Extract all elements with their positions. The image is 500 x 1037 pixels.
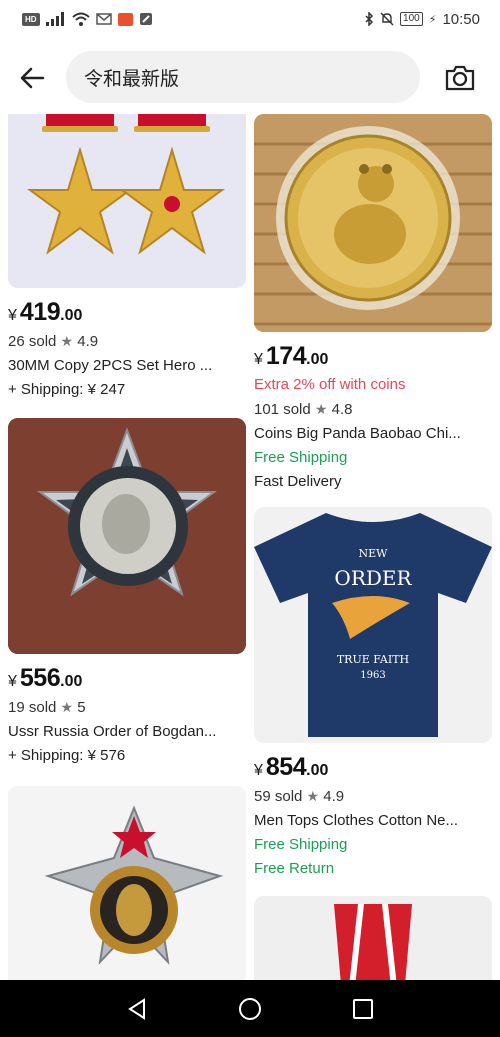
search-header: 令和最新版: [0, 50, 500, 106]
hd-icon: HD: [22, 12, 40, 26]
app-notification-icon: [139, 13, 152, 25]
sold-count: 59 sold: [254, 788, 303, 805]
arrow-left-icon: [20, 67, 45, 89]
currency-symbol: ¥: [8, 673, 17, 690]
sales-rating: 59 sold ★ 4.9: [254, 785, 486, 808]
rating-value: 4.9: [77, 333, 99, 350]
coin-discount-label: Extra 2% off with coins: [254, 376, 406, 393]
charging-icon: ⚡: [428, 13, 437, 26]
clock: 10:50: [442, 10, 480, 28]
free-shipping-label: Free Shipping: [254, 836, 348, 853]
price-integer: 854: [265, 753, 307, 781]
product-card[interactable]: [8, 786, 246, 980]
product-card[interactable]: [254, 896, 492, 980]
star-icon: ★: [60, 699, 74, 715]
product-image[interactable]: NEW ORDER TRUE FAITH 1963: [254, 507, 492, 743]
product-title[interactable]: 30MM Copy 2PCS Set Hero ...: [8, 355, 240, 377]
product-title[interactable]: Men Tops Clothes Cotton Ne...: [254, 810, 486, 832]
nav-back-button[interactable]: [117, 989, 157, 1029]
product-image[interactable]: [254, 896, 492, 980]
star-icon: ★: [314, 401, 328, 417]
triangle-back-icon: [127, 997, 145, 1020]
product-price: ¥ 556 .00: [8, 664, 246, 694]
wifi-icon: [71, 12, 90, 26]
status-bar: HD 100 ⚡ 10:50: [0, 0, 500, 38]
product-image[interactable]: [8, 786, 246, 980]
product-image[interactable]: [254, 114, 492, 332]
shipping-info: + Shipping: ¥ 576: [8, 747, 126, 764]
free-shipping-label: Free Shipping: [254, 449, 348, 466]
price-integer: 174: [265, 342, 307, 370]
product-title[interactable]: Ussr Russia Order of Bogdan...: [8, 721, 240, 743]
free-return-label: Free Return: [254, 860, 335, 877]
rating-value: 5: [77, 699, 86, 716]
product-price: ¥ 854 .00: [254, 753, 492, 783]
star-icon: ★: [60, 333, 74, 349]
camera-icon: [445, 65, 475, 91]
product-image[interactable]: [8, 418, 246, 654]
bluetooth-icon: [365, 12, 374, 26]
shirt-text-order: ORDER: [334, 566, 412, 590]
square-recents-icon: [353, 998, 374, 1019]
search-input[interactable]: 令和最新版: [66, 51, 420, 103]
shirt-text-true-faith: TRUE FAITH: [337, 653, 409, 666]
sales-rating: 26 sold ★ 4.9: [8, 330, 240, 353]
image-search-button[interactable]: [440, 60, 480, 96]
sold-count: 26 sold: [8, 333, 57, 350]
price-decimal: .00: [306, 351, 329, 368]
nav-recents-button[interactable]: [343, 989, 383, 1029]
product-card[interactable]: ¥ 419 .00 26 sold ★ 4.9 30MM Copy 2PCS S…: [8, 114, 246, 401]
shirt-text-year: 1963: [360, 670, 385, 681]
product-title[interactable]: Coins Big Panda Baobao Chi...: [254, 423, 486, 445]
search-query: 令和最新版: [84, 68, 180, 90]
product-price: ¥ 174 .00: [254, 342, 492, 372]
circle-home-icon: [238, 997, 261, 1020]
nav-home-button[interactable]: [230, 989, 270, 1029]
price-decimal: .00: [306, 762, 329, 779]
sales-rating: 101 sold ★ 4.8: [254, 398, 486, 421]
notification-app-icon: [117, 12, 133, 26]
price-decimal: .00: [60, 673, 83, 690]
currency-symbol: ¥: [8, 307, 17, 324]
price-integer: 419: [19, 298, 61, 326]
product-image[interactable]: [8, 114, 246, 288]
product-card[interactable]: ¥ 556 .00 19 sold ★ 5 Ussr Russia Order …: [8, 418, 246, 767]
fast-delivery-label: Fast Delivery: [254, 473, 342, 490]
mute-icon: [380, 12, 394, 26]
sold-count: 101 sold: [254, 401, 311, 418]
mail-icon: [95, 13, 112, 25]
product-price: ¥ 419 .00: [8, 298, 246, 328]
product-feed[interactable]: ¥ 419 .00 26 sold ★ 4.9 30MM Copy 2PCS S…: [0, 114, 500, 980]
shirt-text-new: NEW: [359, 547, 389, 560]
sold-count: 19 sold: [8, 699, 57, 716]
currency-symbol: ¥: [254, 762, 263, 779]
battery-icon: 100: [400, 12, 423, 26]
signal-icon: [45, 12, 64, 26]
price-integer: 556: [19, 664, 61, 692]
system-nav-bar: [0, 980, 500, 1037]
star-icon: ★: [306, 788, 320, 804]
currency-symbol: ¥: [254, 351, 263, 368]
shipping-info: + Shipping: ¥ 247: [8, 381, 126, 398]
price-decimal: .00: [60, 307, 83, 324]
back-button[interactable]: [14, 60, 50, 96]
rating-value: 4.8: [331, 401, 353, 418]
rating-value: 4.9: [323, 788, 345, 805]
sales-rating: 19 sold ★ 5: [8, 696, 240, 719]
product-card[interactable]: ¥ 174 .00 Extra 2% off with coins 101 so…: [254, 114, 492, 493]
product-card[interactable]: NEW ORDER TRUE FAITH 1963 ¥ 854 .00 59 s…: [254, 507, 492, 880]
